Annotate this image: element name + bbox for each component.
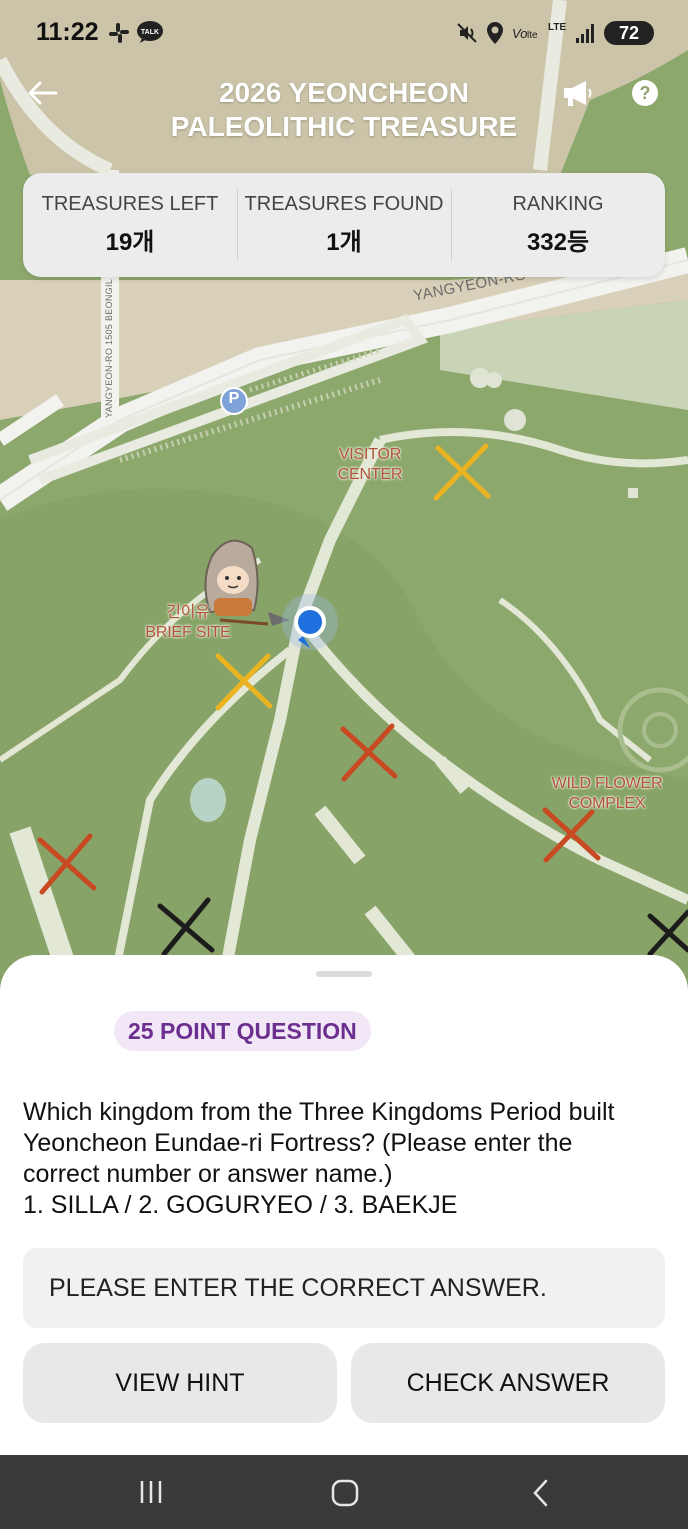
status-bar: 11:22 TALK Vo lte LTE 72 [0,0,688,66]
lte-icon: LTE [548,22,567,33]
back-icon[interactable] [530,1479,552,1507]
location-icon [487,22,503,44]
stat-treasures-left: TREASURES LEFT 19개 [23,183,237,267]
place-brief-site[interactable]: 긴이유 BRIEF SITE [136,603,240,643]
signal-icon [576,24,594,43]
point-badge: 25 POINT QUESTION [114,1011,371,1051]
help-icon[interactable]: ? [632,80,658,106]
place-label-line: COMPLEX [568,795,646,812]
road-label-side: YANGYEON-RO 1505 BEONGIL [104,278,114,418]
stat-ranking[interactable]: RANKING 332등 [451,183,665,267]
title-line: 2026 YEONCHEON [218,77,470,108]
title-line: PALEOLITHIC TREASURE [170,111,518,142]
stat-label: RANKING [512,193,604,215]
volte-icon: Vo lte [512,26,538,41]
place-label-line: VISITOR [338,446,402,463]
view-hint-button[interactable]: VIEW HINT [23,1343,337,1423]
question-sheet: 25 POINT QUESTION Which kingdom from the… [0,955,688,1455]
battery-icon: 72 [604,21,654,45]
stat-value: 332등 [526,229,590,256]
talk-icon: TALK [137,21,163,43]
svg-text:lte: lte [527,30,538,41]
question-line: Yeoncheon Eundae-ri Fortress? (Please en… [23,1129,573,1157]
status-time: 11:22 [36,18,99,46]
place-label-line: WILD FLOWER [551,775,663,792]
question-line: Which kingdom from the Three Kingdoms Pe… [23,1098,615,1126]
stats-panel: TREASURES LEFT 19개 TREASURES FOUND 1개 RA… [23,173,665,277]
stat-label: TREASURES FOUND [244,193,444,215]
place-wild-flower-complex[interactable]: WILD FLOWER COMPLEX [546,774,668,814]
answer-input[interactable] [23,1248,665,1328]
place-visitor-center[interactable]: VISITOR CENTER [326,445,414,485]
battery-level: 72 [618,22,640,43]
stat-value: 1개 [326,229,362,256]
drag-handle[interactable] [316,971,372,977]
map-base [0,0,688,1000]
back-arrow-icon[interactable] [26,76,60,110]
megaphone-icon[interactable] [560,78,594,108]
question-line: correct number or answer name.) [23,1160,393,1188]
place-label-line: BRIEF SITE [145,624,231,641]
svg-text:TALK: TALK [141,29,159,36]
place-label-line: CENTER [337,466,403,483]
recents-icon[interactable] [138,1479,164,1505]
map-view[interactable]: P YANGYEON-RO YANGYEON-RO 1505 BEONGIL V… [0,0,688,1000]
home-icon[interactable] [331,1479,359,1507]
question-text: Which kingdom from the Three Kingdoms Pe… [23,1097,673,1221]
check-answer-button[interactable]: CHECK ANSWER [351,1343,665,1423]
user-location-marker [282,594,338,650]
stat-label: TREASURES LEFT [41,193,219,215]
mute-icon [457,23,477,43]
slack-icon [109,23,129,43]
svg-text:Vo: Vo [512,26,527,41]
question-line: 1. SILLA / 2. GOGURYEO / 3. BAEKJE [23,1191,458,1219]
place-label-line: 긴이유 [166,604,210,621]
page-title: 2026 YEONCHEON PALEOLITHIC TREASURE [140,76,548,144]
system-nav-bar [0,1455,688,1529]
stat-treasures-found: TREASURES FOUND 1개 [237,183,451,267]
parking-glyph: P [228,390,240,407]
stat-value: 19개 [105,229,155,256]
